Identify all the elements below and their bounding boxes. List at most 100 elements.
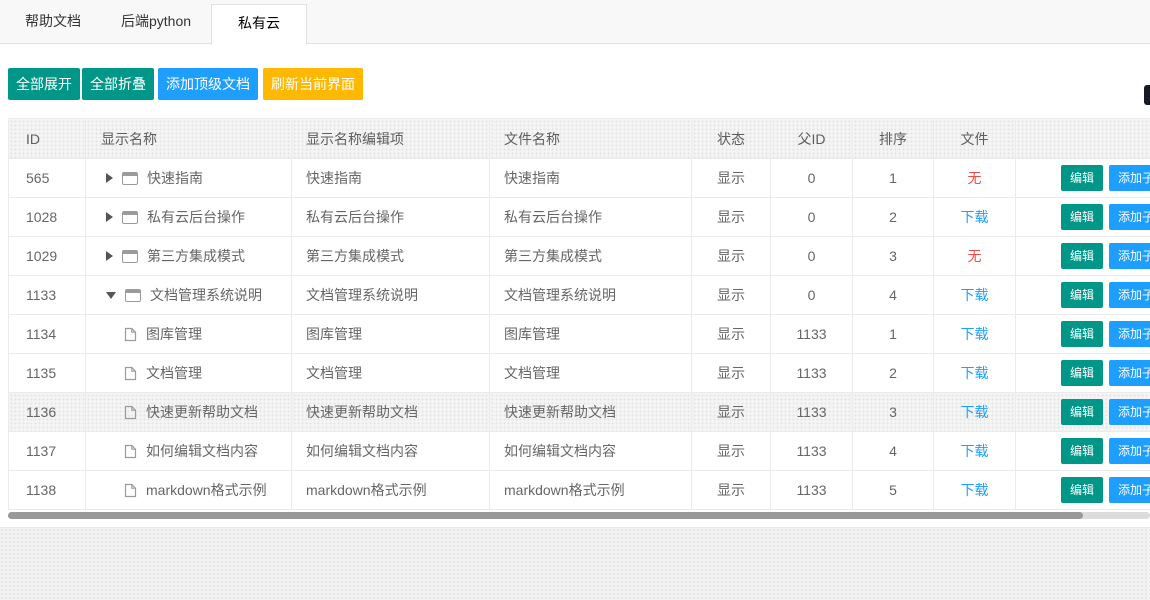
- cell-file-state: 下载: [934, 432, 1016, 471]
- add-child-doc-button[interactable]: 添加子文档: [1109, 165, 1150, 191]
- add-child-doc-button[interactable]: 添加子文档: [1109, 399, 1150, 425]
- cell-file-state: 下载: [934, 471, 1016, 510]
- edit-button[interactable]: 编辑: [1061, 282, 1103, 308]
- cell-file-state: 下载: [934, 315, 1016, 354]
- expand-all-button[interactable]: 全部展开: [8, 68, 80, 100]
- cell-file-state: 下载: [934, 198, 1016, 237]
- edit-button[interactable]: 编辑: [1061, 399, 1103, 425]
- add-child-doc-button[interactable]: 添加子文档: [1109, 282, 1150, 308]
- cell-actions: 编辑添加子文档: [1016, 159, 1150, 198]
- download-link[interactable]: 下载: [961, 482, 989, 498]
- partial-element-right-edge: [1144, 85, 1150, 105]
- footer-area: [0, 527, 1150, 600]
- edit-button[interactable]: 编辑: [1061, 204, 1103, 230]
- cell-display-name: 文档管理系统说明: [86, 276, 292, 315]
- tree-node: 文档管理: [106, 363, 291, 383]
- add-child-doc-button[interactable]: 添加子文档: [1109, 360, 1150, 386]
- edit-button[interactable]: 编辑: [1061, 477, 1103, 503]
- cell-parent-id: 0: [771, 237, 853, 276]
- cell-actions: 编辑添加子文档: [1016, 237, 1150, 276]
- cell-id: 1029: [9, 237, 86, 276]
- horizontal-scrollbar-track[interactable]: [8, 512, 1150, 519]
- doc-name: 私有云后台操作: [147, 207, 245, 227]
- cell-id: 1134: [9, 315, 86, 354]
- collapse-toggle-icon[interactable]: [106, 292, 116, 299]
- expand-toggle-icon[interactable]: [106, 212, 113, 222]
- doc-name: 图库管理: [146, 324, 202, 344]
- tab-backend-python[interactable]: 后端python: [101, 0, 211, 43]
- folder-icon: [122, 211, 138, 224]
- tree-node: 快速指南: [106, 168, 291, 188]
- tab-bar: 帮助文档 后端python 私有云: [0, 0, 1150, 44]
- cell-order: 3: [853, 237, 934, 276]
- edit-button[interactable]: 编辑: [1061, 438, 1103, 464]
- edit-button[interactable]: 编辑: [1061, 243, 1103, 269]
- cell-status: 显示: [692, 198, 771, 237]
- cell-parent-id: 0: [771, 198, 853, 237]
- table-row: 1137如何编辑文档内容如何编辑文档内容如何编辑文档内容显示11334下载编辑添…: [9, 432, 1150, 471]
- download-link[interactable]: 下载: [961, 443, 989, 459]
- cell-file-state: 下载: [934, 354, 1016, 393]
- cell-file-state: 下载: [934, 276, 1016, 315]
- edit-button[interactable]: 编辑: [1061, 360, 1103, 386]
- col-header-status: 状态: [692, 119, 771, 159]
- cell-edit-name: 文档管理系统说明: [292, 276, 490, 315]
- edit-button[interactable]: 编辑: [1061, 165, 1103, 191]
- cell-status: 显示: [692, 315, 771, 354]
- add-child-doc-button[interactable]: 添加子文档: [1109, 477, 1150, 503]
- table-row: 1135文档管理文档管理文档管理显示11332下载编辑添加子文档: [9, 354, 1150, 393]
- cell-file-name: 快速更新帮助文档: [490, 393, 692, 432]
- tree-node: 第三方集成模式: [106, 246, 291, 266]
- add-child-doc-button[interactable]: 添加子文档: [1109, 321, 1150, 347]
- cell-order: 4: [853, 432, 934, 471]
- doc-table: ID 显示名称 显示名称编辑项 文件名称 状态 父ID 排序 文件 565快速指…: [8, 118, 1150, 510]
- collapse-all-button[interactable]: 全部折叠: [82, 68, 154, 100]
- cell-id: 1137: [9, 432, 86, 471]
- cell-file-name: 文档管理: [490, 354, 692, 393]
- cell-parent-id: 1133: [771, 471, 853, 510]
- cell-file-name: 图库管理: [490, 315, 692, 354]
- tab-help-docs[interactable]: 帮助文档: [5, 0, 101, 43]
- cell-actions: 编辑添加子文档: [1016, 276, 1150, 315]
- file-icon: [124, 327, 137, 342]
- cell-status: 显示: [692, 393, 771, 432]
- expand-toggle-icon[interactable]: [106, 173, 113, 183]
- cell-edit-name: 私有云后台操作: [292, 198, 490, 237]
- col-header-actions: [1016, 119, 1150, 159]
- download-link[interactable]: 下载: [961, 287, 989, 303]
- cell-file-state: 下载: [934, 393, 1016, 432]
- cell-edit-name: 图库管理: [292, 315, 490, 354]
- expand-toggle-icon[interactable]: [106, 251, 113, 261]
- refresh-page-button[interactable]: 刷新当前界面: [263, 68, 363, 100]
- table-row: 565快速指南快速指南快速指南显示01无编辑添加子文档: [9, 159, 1150, 198]
- tab-private-cloud[interactable]: 私有云: [211, 4, 307, 45]
- doc-name: markdown格式示例: [146, 480, 267, 500]
- cell-actions: 编辑添加子文档: [1016, 471, 1150, 510]
- cell-id: 1133: [9, 276, 86, 315]
- doc-name: 快速指南: [147, 168, 203, 188]
- add-top-doc-button[interactable]: 添加顶级文档: [158, 68, 258, 100]
- cell-parent-id: 1133: [771, 354, 853, 393]
- cell-file-name: 私有云后台操作: [490, 198, 692, 237]
- download-link[interactable]: 下载: [961, 209, 989, 225]
- download-link[interactable]: 下载: [961, 404, 989, 420]
- cell-display-name: 私有云后台操作: [86, 198, 292, 237]
- folder-icon: [125, 289, 141, 302]
- col-header-parent-id: 父ID: [771, 119, 853, 159]
- cell-actions: 编辑添加子文档: [1016, 198, 1150, 237]
- download-link[interactable]: 下载: [961, 365, 989, 381]
- download-link[interactable]: 下载: [961, 326, 989, 342]
- file-icon: [124, 483, 137, 498]
- add-child-doc-button[interactable]: 添加子文档: [1109, 243, 1150, 269]
- add-child-doc-button[interactable]: 添加子文档: [1109, 204, 1150, 230]
- horizontal-scrollbar-thumb[interactable]: [8, 512, 1083, 519]
- cell-file-name: 文档管理系统说明: [490, 276, 692, 315]
- doc-name: 第三方集成模式: [147, 246, 245, 266]
- add-child-doc-button[interactable]: 添加子文档: [1109, 438, 1150, 464]
- cell-file-name: 第三方集成模式: [490, 237, 692, 276]
- table-row: 1138markdown格式示例markdown格式示例markdown格式示例…: [9, 471, 1150, 510]
- cell-status: 显示: [692, 276, 771, 315]
- doc-name: 文档管理: [146, 363, 202, 383]
- cell-edit-name: 文档管理: [292, 354, 490, 393]
- edit-button[interactable]: 编辑: [1061, 321, 1103, 347]
